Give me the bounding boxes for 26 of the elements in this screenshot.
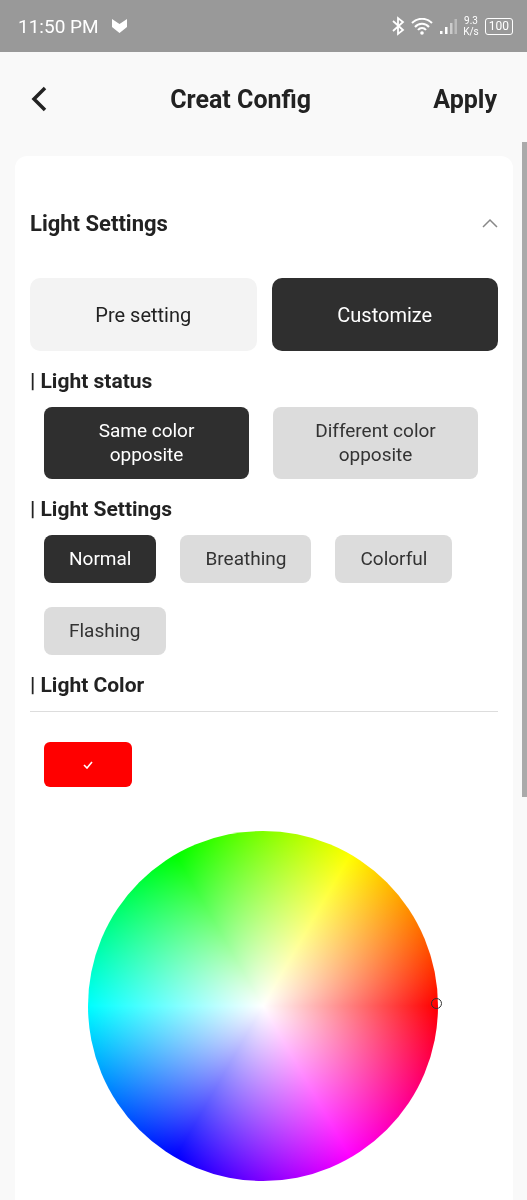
app-logo-icon — [110, 18, 128, 34]
option-button[interactable]: Different color opposite — [273, 407, 478, 479]
page-title: Creat Config — [169, 84, 313, 114]
option-button[interactable]: Flashing — [44, 607, 166, 655]
group-title: | Light status — [30, 369, 154, 393]
option-button[interactable]: Normal — [44, 535, 157, 583]
group-title: | Light Settings — [30, 497, 174, 521]
battery-level: 100 — [484, 17, 513, 35]
option-button[interactable]: Same color opposite — [44, 407, 249, 479]
section-title: Light Settings — [30, 210, 169, 236]
mode-tab[interactable]: Pre setting — [30, 278, 257, 351]
apply-button[interactable]: Apply — [433, 84, 497, 114]
group-title: | Light Color — [30, 673, 146, 697]
status-time: 11:50 PM — [18, 14, 99, 38]
chevron-icon[interactable] — [482, 218, 498, 228]
color-swatch[interactable] — [44, 742, 132, 787]
wifi-icon — [411, 17, 434, 35]
speed-unit: K/s — [463, 26, 479, 37]
back-button[interactable] — [30, 86, 48, 112]
network-speed: 9.3 — [464, 15, 478, 26]
bluetooth-icon — [391, 16, 406, 36]
option-button[interactable]: Breathing — [180, 535, 312, 583]
mode-tab[interactable]: Customize — [271, 278, 498, 351]
check-icon — [83, 760, 93, 769]
signal-icon — [439, 17, 458, 35]
option-button[interactable]: Colorful — [335, 535, 453, 583]
